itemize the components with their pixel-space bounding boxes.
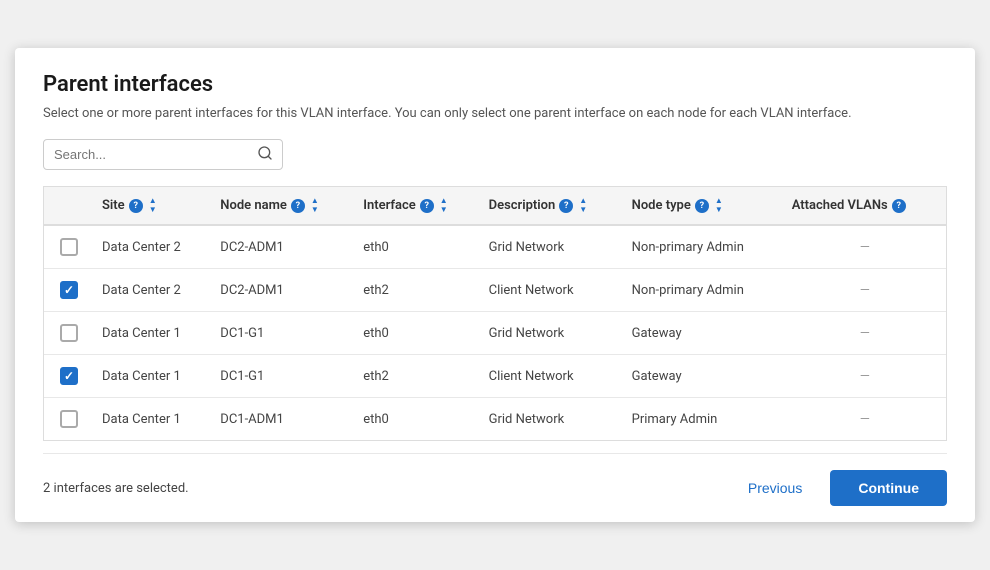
row-checkbox[interactable] (60, 238, 78, 256)
row-interface: eth0 (355, 225, 480, 269)
row-checkbox[interactable] (60, 410, 78, 428)
parent-interfaces-dialog: Parent interfaces Select one or more par… (15, 48, 975, 522)
row-node-name: DC1-G1 (212, 355, 355, 398)
row-attached-vlans: — (784, 398, 946, 441)
continue-button[interactable]: Continue (830, 470, 947, 506)
attached-vlans-info-icon[interactable]: ? (892, 199, 906, 213)
row-checkbox-cell[interactable] (44, 269, 94, 312)
row-node-type: Non-primary Admin (624, 269, 784, 312)
sort-up-icon: ▲ (149, 197, 157, 205)
table-row: Data Center 2DC2-ADM1eth0Grid NetworkNon… (44, 225, 946, 269)
col-interface-label: Interface (363, 198, 416, 213)
col-description: Description ? ▲ ▼ (481, 187, 624, 225)
row-node-name: DC1-G1 (212, 312, 355, 355)
footer-actions: Previous Continue (736, 470, 947, 506)
row-checkbox-cell[interactable] (44, 398, 94, 441)
row-description: Client Network (481, 355, 624, 398)
row-checkbox-cell[interactable] (44, 355, 94, 398)
table-row: Data Center 1DC1-G1eth2Client NetworkGat… (44, 355, 946, 398)
search-input[interactable] (43, 139, 283, 170)
site-sort-icons[interactable]: ▲ ▼ (149, 197, 157, 214)
selection-status: 2 interfaces are selected. (43, 481, 189, 496)
row-description: Grid Network (481, 225, 624, 269)
row-node-name: DC2-ADM1 (212, 269, 355, 312)
dialog-title: Parent interfaces (43, 72, 947, 97)
row-checkbox[interactable] (60, 281, 78, 299)
col-site: Site ? ▲ ▼ (94, 187, 212, 225)
row-interface: eth2 (355, 269, 480, 312)
node-type-sort-icons[interactable]: ▲ ▼ (715, 197, 723, 214)
col-checkbox (44, 187, 94, 225)
dialog-footer: 2 interfaces are selected. Previous Cont… (43, 453, 947, 522)
row-description: Grid Network (481, 398, 624, 441)
row-node-name: DC2-ADM1 (212, 225, 355, 269)
interface-info-icon[interactable]: ? (420, 199, 434, 213)
row-interface: eth0 (355, 312, 480, 355)
col-node-name: Node name ? ▲ ▼ (212, 187, 355, 225)
row-site: Data Center 1 (94, 398, 212, 441)
table-row: Data Center 1DC1-ADM1eth0Grid NetworkPri… (44, 398, 946, 441)
table-row: Data Center 1DC1-G1eth0Grid NetworkGatew… (44, 312, 946, 355)
col-node-type-label: Node type (632, 198, 691, 213)
site-info-icon[interactable]: ? (129, 199, 143, 213)
description-info-icon[interactable]: ? (559, 199, 573, 213)
previous-button[interactable]: Previous (736, 472, 814, 504)
interfaces-table: Site ? ▲ ▼ Node name ? (44, 187, 946, 440)
col-attached-vlans-label: Attached VLANs (792, 198, 888, 213)
row-checkbox-cell[interactable] (44, 225, 94, 269)
row-site: Data Center 1 (94, 355, 212, 398)
row-description: Grid Network (481, 312, 624, 355)
row-node-type: Gateway (624, 312, 784, 355)
col-interface: Interface ? ▲ ▼ (355, 187, 480, 225)
col-node-type: Node type ? ▲ ▼ (624, 187, 784, 225)
row-node-type: Non-primary Admin (624, 225, 784, 269)
row-node-type: Primary Admin (624, 398, 784, 441)
row-attached-vlans: — (784, 312, 946, 355)
row-attached-vlans: — (784, 269, 946, 312)
node-name-sort-icons[interactable]: ▲ ▼ (311, 197, 319, 214)
row-checkbox-cell[interactable] (44, 312, 94, 355)
sort-down-icon: ▼ (149, 206, 157, 214)
col-attached-vlans: Attached VLANs ? (784, 187, 946, 225)
row-site: Data Center 2 (94, 225, 212, 269)
description-sort-icons[interactable]: ▲ ▼ (579, 197, 587, 214)
dialog-subtitle: Select one or more parent interfaces for… (43, 105, 947, 123)
row-site: Data Center 2 (94, 269, 212, 312)
table-header-row: Site ? ▲ ▼ Node name ? (44, 187, 946, 225)
row-node-name: DC1-ADM1 (212, 398, 355, 441)
col-description-label: Description (489, 198, 556, 213)
row-attached-vlans: — (784, 225, 946, 269)
row-node-type: Gateway (624, 355, 784, 398)
col-site-label: Site (102, 198, 125, 213)
row-checkbox[interactable] (60, 367, 78, 385)
interfaces-table-wrap: Site ? ▲ ▼ Node name ? (43, 186, 947, 441)
search-container (43, 139, 283, 170)
row-description: Client Network (481, 269, 624, 312)
node-name-info-icon[interactable]: ? (291, 199, 305, 213)
node-type-info-icon[interactable]: ? (695, 199, 709, 213)
row-site: Data Center 1 (94, 312, 212, 355)
row-interface: eth2 (355, 355, 480, 398)
table-row: Data Center 2DC2-ADM1eth2Client NetworkN… (44, 269, 946, 312)
interface-sort-icons[interactable]: ▲ ▼ (440, 197, 448, 214)
row-interface: eth0 (355, 398, 480, 441)
col-node-name-label: Node name (220, 198, 287, 213)
row-checkbox[interactable] (60, 324, 78, 342)
row-attached-vlans: — (784, 355, 946, 398)
